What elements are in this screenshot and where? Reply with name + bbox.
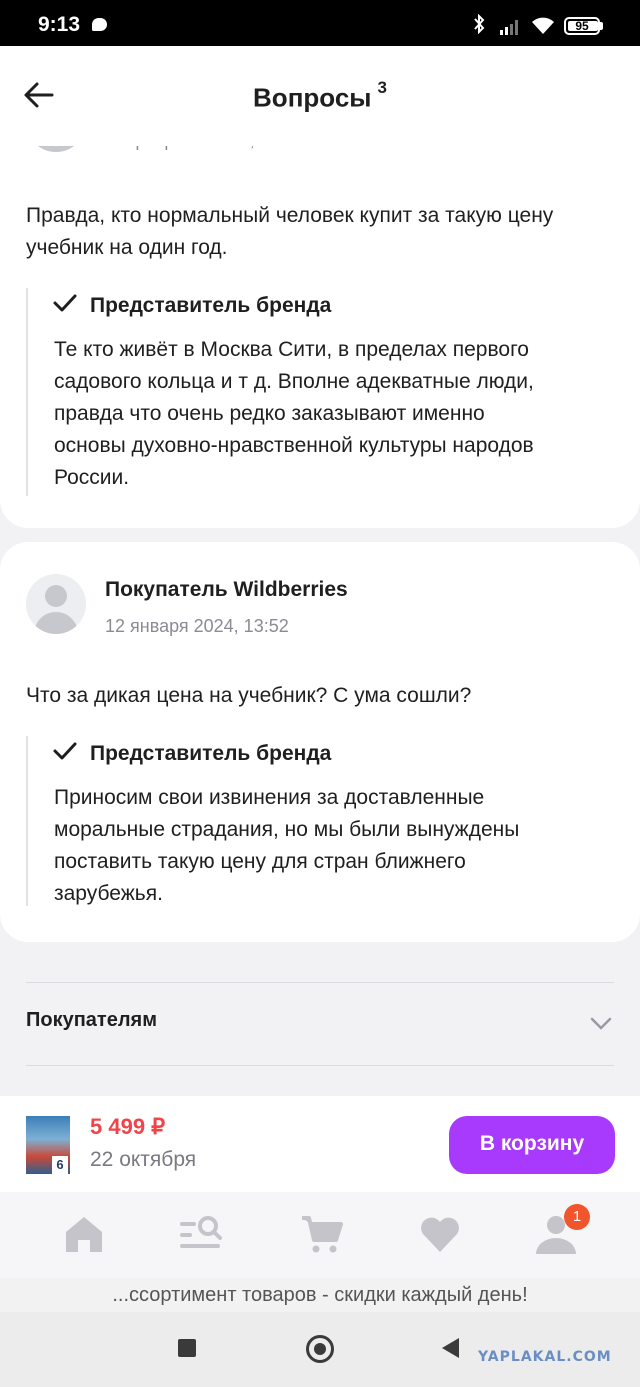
avatar bbox=[26, 574, 86, 634]
add-to-cart-button[interactable]: В корзину bbox=[449, 1116, 615, 1174]
answer-author: Представитель бренда bbox=[90, 294, 332, 317]
recents-button[interactable] bbox=[178, 1339, 196, 1357]
check-icon bbox=[53, 742, 77, 760]
question-card: Покупатель Wildberries 12 января 2024, 1… bbox=[0, 542, 640, 942]
delivery-date: 22 октября bbox=[90, 1148, 197, 1171]
question-author: Покупатель Wildberries bbox=[105, 578, 348, 601]
status-time: 9:13 bbox=[38, 13, 81, 36]
question-card: 16 февраля 2024, 22:16 Правда, кто норма… bbox=[0, 100, 640, 528]
signal-icon bbox=[500, 20, 518, 35]
catalog-search-icon[interactable] bbox=[178, 1212, 222, 1256]
profile-badge: 1 bbox=[564, 1204, 590, 1230]
question-text: Правда, кто нормальный человек купит за … bbox=[26, 204, 554, 259]
answer-text: Приносим свои извинения за доставленные … bbox=[54, 786, 520, 905]
app-header: Вопросы 3 bbox=[0, 46, 640, 146]
answer-text: Те кто живёт в Москва Сити, в пределах п… bbox=[54, 338, 534, 489]
brand-answer: Представитель бренда Те кто живёт в Моск… bbox=[26, 288, 628, 496]
system-nav-bar: YAPLAKAL.COM bbox=[0, 1312, 640, 1387]
status-bar: 9:13 95 bbox=[0, 0, 640, 46]
answer-author: Представитель бренда bbox=[90, 742, 332, 765]
battery-level: 95 bbox=[575, 19, 589, 33]
check-icon bbox=[53, 294, 77, 312]
promo-ticker: ...ссортимент товаров - скидки каждый де… bbox=[0, 1278, 640, 1312]
watermark: YAPLAKAL.COM bbox=[478, 1349, 612, 1365]
book-grade: 6 bbox=[52, 1156, 68, 1174]
tab-bar: 1 bbox=[0, 1192, 640, 1278]
question-text: Что за дикая цена на учебник? С ума сошл… bbox=[26, 684, 472, 707]
buy-bar: 6 5 499 ₽ 22 октября В корзину bbox=[0, 1096, 640, 1192]
divider bbox=[26, 1065, 614, 1066]
cart-icon[interactable] bbox=[300, 1212, 344, 1256]
bluetooth-icon bbox=[472, 13, 486, 39]
product-price: 5 499 ₽ bbox=[90, 1114, 166, 1139]
battery-icon: 95 bbox=[564, 17, 600, 35]
section-buyers[interactable]: Покупателям bbox=[26, 1009, 157, 1032]
wifi-icon bbox=[532, 17, 554, 34]
page-title: Вопросы 3 bbox=[253, 78, 387, 113]
chat-notification-icon bbox=[92, 18, 107, 31]
home-icon[interactable] bbox=[62, 1212, 106, 1256]
back-button[interactable] bbox=[442, 1338, 459, 1358]
question-date: 12 января 2024, 13:52 bbox=[105, 616, 289, 636]
questions-count: 3 bbox=[377, 78, 387, 97]
favorites-icon[interactable] bbox=[418, 1212, 462, 1256]
chevron-down-icon[interactable] bbox=[590, 1017, 612, 1031]
home-button[interactable] bbox=[306, 1335, 334, 1363]
divider bbox=[26, 982, 614, 983]
brand-answer: Представитель бренда Приносим свои извин… bbox=[26, 736, 628, 906]
